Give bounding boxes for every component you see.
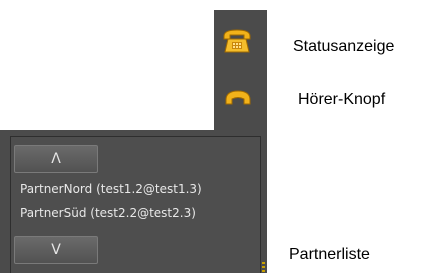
partner-list-item[interactable]: PartnerSüd (test2.2@test2.3) [20, 206, 196, 220]
handset-button-icon[interactable] [225, 88, 251, 108]
partner-list-item[interactable]: PartnerNord (test1.2@test1.3) [20, 182, 202, 196]
scroll-down-button[interactable]: V [14, 236, 98, 264]
handset-annotation: Hörer-Knopf [298, 91, 386, 108]
telephone-status-icon [222, 28, 252, 54]
scroll-up-button[interactable]: Λ [14, 145, 98, 173]
status-annotation: Statusanzeige [293, 38, 395, 55]
edge-marker [262, 262, 265, 273]
partnerlist-annotation: Partnerliste [289, 246, 370, 263]
